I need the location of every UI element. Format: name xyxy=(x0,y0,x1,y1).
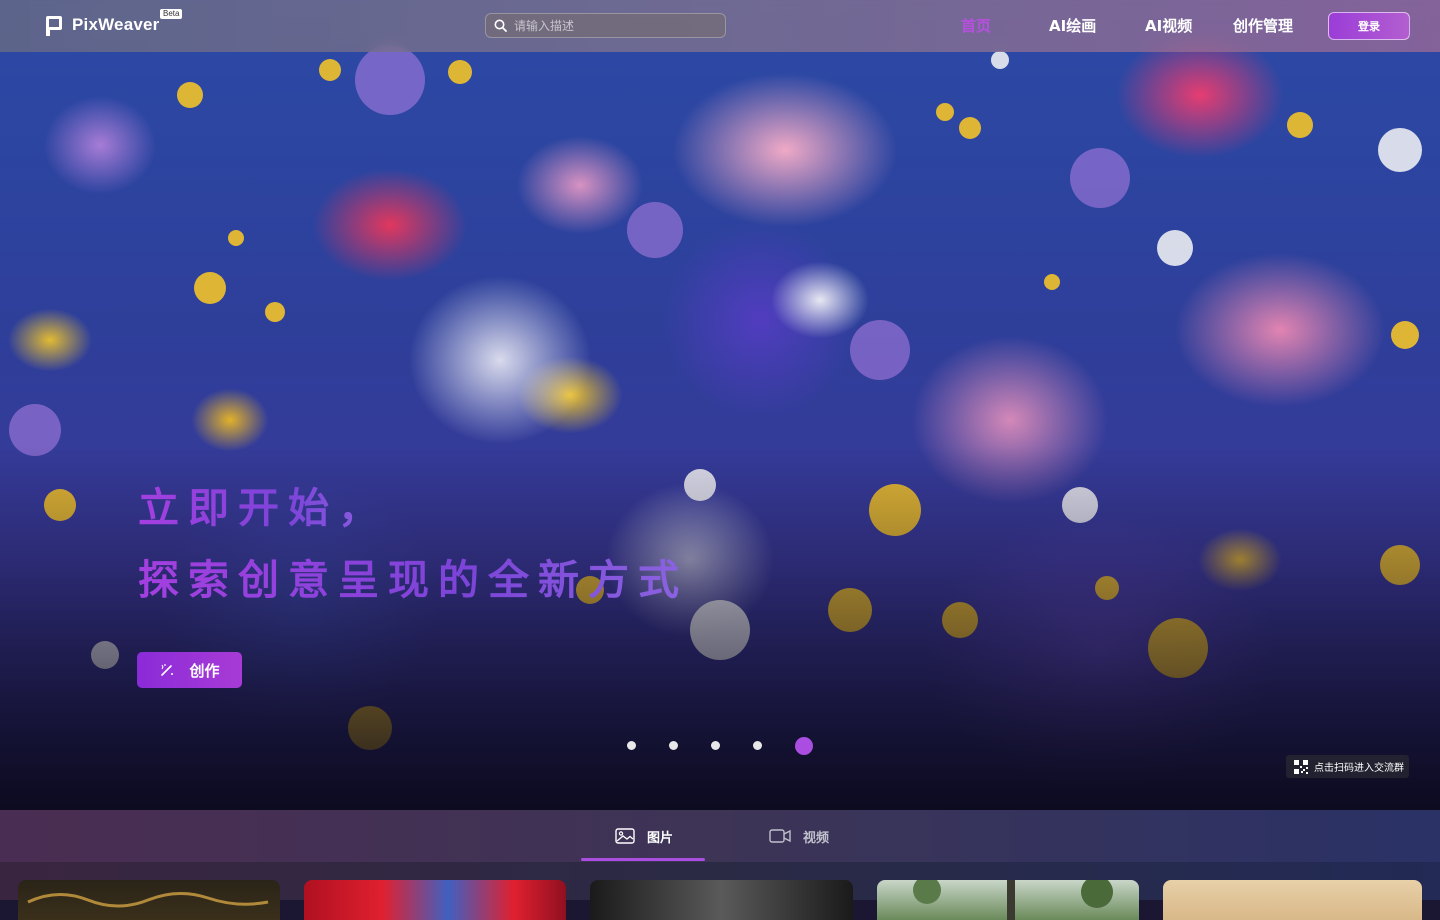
search-input[interactable] xyxy=(514,18,714,33)
tab-images-label: 图片 xyxy=(647,830,674,846)
nav-ai-painting[interactable]: AI绘画 xyxy=(1049,15,1096,37)
qr-code-icon xyxy=(1294,759,1308,774)
nav-home[interactable]: 首页 xyxy=(961,15,991,37)
hero-headline-line1: 立即开始， xyxy=(138,474,388,534)
content-tabbar: 图片 视频 xyxy=(0,810,1440,862)
logo-icon xyxy=(46,14,64,36)
carousel-dot-3[interactable] xyxy=(711,741,720,750)
video-camera-icon xyxy=(769,829,791,843)
beta-badge: Beta xyxy=(160,9,183,19)
nav-ai-video[interactable]: AI视频 xyxy=(1145,15,1192,37)
hero-headline-line2: 探索创意呈现的全新方式 xyxy=(138,546,688,606)
gallery-card[interactable] xyxy=(877,880,1139,920)
brand-logo[interactable]: PixWeaver Beta xyxy=(46,9,183,36)
gallery-card[interactable] xyxy=(590,880,853,920)
carousel-dot-5[interactable] xyxy=(795,737,813,755)
gallery-card[interactable] xyxy=(18,880,280,920)
gallery-card[interactable] xyxy=(1163,880,1422,920)
login-button[interactable]: 登录 xyxy=(1328,12,1410,40)
magic-wand-icon xyxy=(161,664,174,676)
gallery-card[interactable] xyxy=(304,880,566,920)
qr-community-chip[interactable]: 点击扫码进入交流群 xyxy=(1286,755,1409,778)
brand-name: PixWeaver xyxy=(72,15,160,34)
image-icon xyxy=(615,828,635,844)
carousel-indicators xyxy=(0,737,1440,758)
qr-chip-label: 点击扫码进入交流群 xyxy=(1314,763,1404,774)
tab-videos[interactable]: 视频 xyxy=(769,810,829,862)
carousel-dot-2[interactable] xyxy=(669,741,678,750)
gallery-grid xyxy=(0,862,1440,920)
create-button[interactable]: 创作 xyxy=(137,652,242,688)
carousel-dot-4[interactable] xyxy=(753,741,762,750)
carousel-dot-1[interactable] xyxy=(627,741,636,750)
active-tab-indicator xyxy=(581,858,705,861)
create-button-label: 创作 xyxy=(189,661,220,680)
hero-bottom-gradient xyxy=(0,0,1440,810)
search-icon[interactable] xyxy=(486,13,514,38)
search-box[interactable] xyxy=(485,13,726,38)
tab-images[interactable]: 图片 xyxy=(615,810,673,862)
tab-videos-label: 视频 xyxy=(803,830,830,846)
nav-creation-management[interactable]: 创作管理 xyxy=(1233,15,1293,37)
top-navbar: PixWeaver Beta 首页 AI绘画 AI视频 创作管理 登录 xyxy=(0,0,1440,52)
